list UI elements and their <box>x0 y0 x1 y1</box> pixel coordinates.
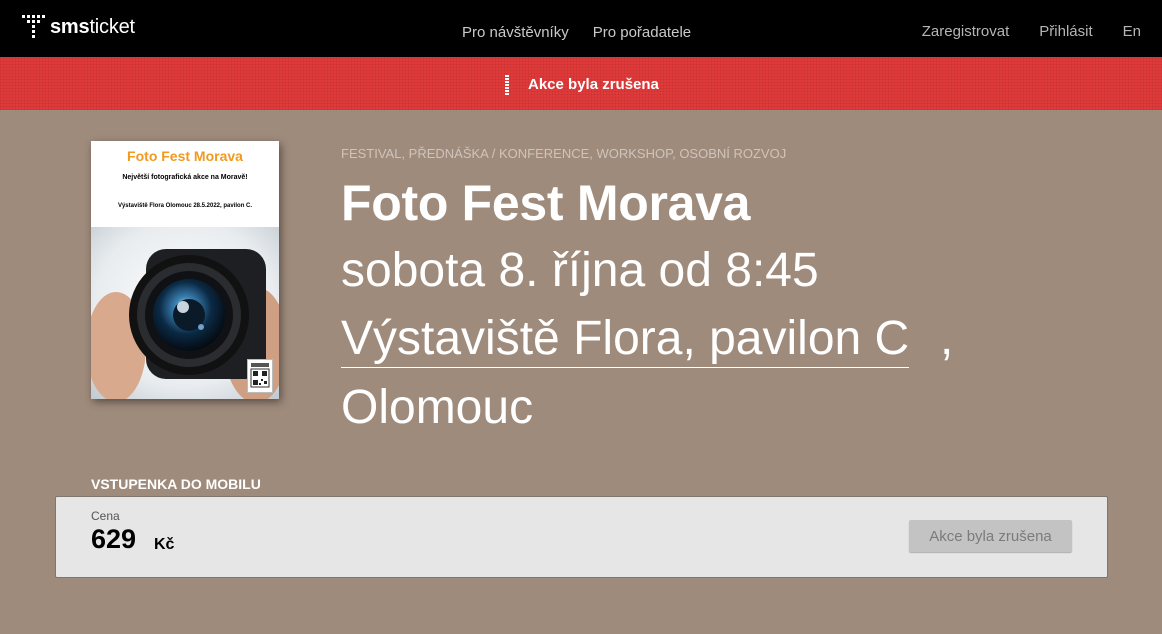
ticket-box: Cena 629 Kč Akce byla zrušena <box>55 496 1108 578</box>
event-categories: FESTIVAL, PŘEDNÁŠKA / KONFERENCE, WORKSH… <box>341 146 787 161</box>
event-city: Olomouc <box>341 381 534 434</box>
account-nav: Zaregistrovat Přihlásit En <box>922 23 1141 40</box>
dotted-bar-icon <box>505 75 509 95</box>
top-navigation-bar: smsticket Pro návštěvníky Pro pořadatele… <box>0 0 1162 57</box>
nav-link-visitors[interactable]: Pro návštěvníky <box>462 24 569 41</box>
price-label: Cena <box>91 509 120 523</box>
poster-subtitle: Největší fotografická akce na Moravě! <box>122 174 248 181</box>
event-cancelled-button[interactable]: Akce byla zrušena <box>909 520 1072 552</box>
language-switch[interactable]: En <box>1123 23 1141 40</box>
event-title: Foto Fest Morava <box>341 175 751 231</box>
price-value: 629 <box>91 524 137 554</box>
logo-dots-icon <box>22 15 46 39</box>
poster-place: Výstaviště Flora Olomouc 28.5.2022, pavi… <box>117 203 253 209</box>
event-cancelled-banner: Akce byla zrušena <box>0 57 1162 110</box>
nav-link-organizers[interactable]: Pro pořadatele <box>593 24 691 41</box>
poster-title: Foto Fest Morava <box>127 148 243 164</box>
event-venue-link[interactable]: Výstaviště Flora, pavilon C <box>341 311 910 368</box>
ticket-type-heading: VSTUPENKA DO MOBILU <box>91 476 261 492</box>
price-currency: Kč <box>154 536 175 553</box>
banner-text: Akce byla zrušena <box>528 76 659 93</box>
event-date: sobota 8. října od 8:45 <box>341 244 819 297</box>
logo-text: smsticket <box>50 15 135 38</box>
main-nav: Pro návštěvníky Pro pořadatele <box>462 24 691 41</box>
login-link[interactable]: Přihlásit <box>1039 23 1092 40</box>
smsticket-logo[interactable]: smsticket <box>22 15 135 39</box>
event-poster: Foto Fest Morava Největší fotografická a… <box>91 141 279 399</box>
venue-separator: , <box>940 312 954 365</box>
register-link[interactable]: Zaregistrovat <box>922 23 1010 40</box>
qr-code-icon <box>247 359 273 393</box>
